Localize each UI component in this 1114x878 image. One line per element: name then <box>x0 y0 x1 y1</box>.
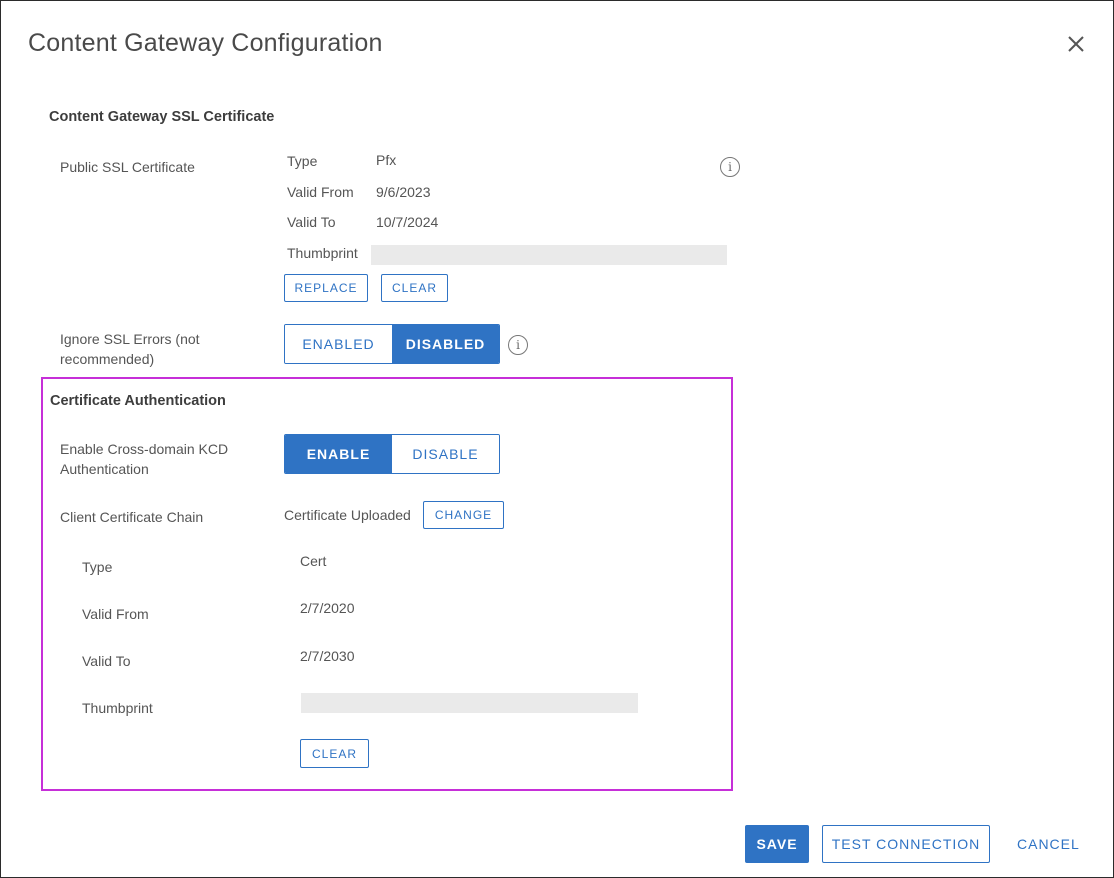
cancel-button[interactable]: CANCEL <box>1017 836 1080 852</box>
ignore-ssl-disabled-option[interactable]: DISABLED <box>392 325 499 363</box>
client-cert-chain-label: Client Certificate Chain <box>60 509 204 525</box>
close-icon[interactable] <box>1065 33 1087 55</box>
replace-button[interactable]: REPLACE <box>284 274 368 302</box>
ssl-section-heading: Content Gateway SSL Certificate <box>49 109 275 125</box>
cert-valid-to-label: Valid To <box>82 653 131 669</box>
public-ssl-certificate-label: Public SSL Certificate <box>60 159 195 175</box>
ssl-thumbprint-label: Thumbprint <box>287 245 358 261</box>
cert-type-label: Type <box>82 559 113 575</box>
cert-valid-from-label: Valid From <box>82 606 149 622</box>
ignore-ssl-toggle: ENABLED DISABLED <box>284 324 500 364</box>
cert-thumbprint-label: Thumbprint <box>82 700 153 716</box>
ignore-ssl-errors-label: Ignore SSL Errors (not recommended) <box>60 331 200 367</box>
kcd-enable-option[interactable]: ENABLE <box>285 435 392 473</box>
info-icon[interactable]: i <box>720 157 740 177</box>
save-button[interactable]: SAVE <box>745 825 809 863</box>
ssl-type-value: Pfx <box>376 152 397 168</box>
cert-clear-button[interactable]: CLEAR <box>300 739 369 768</box>
ssl-clear-button[interactable]: CLEAR <box>381 274 448 302</box>
info-icon[interactable]: i <box>508 335 528 355</box>
cert-type-value: Cert <box>300 553 327 569</box>
ssl-valid-from-label: Valid From <box>287 184 354 200</box>
ssl-type-label: Type <box>287 153 318 169</box>
ssl-thumbprint-redacted <box>371 245 727 265</box>
cert-valid-from-value: 2/7/2020 <box>300 600 355 616</box>
dialog-title: Content Gateway Configuration <box>28 29 383 57</box>
kcd-toggle: ENABLE DISABLE <box>284 434 500 474</box>
kcd-disable-option[interactable]: DISABLE <box>392 435 499 473</box>
ignore-ssl-enabled-option[interactable]: ENABLED <box>285 325 392 363</box>
cert-auth-heading: Certificate Authentication <box>50 393 226 409</box>
ssl-valid-from-value: 9/6/2023 <box>376 184 431 200</box>
kcd-auth-label: Enable Cross-domain KCD Authentication <box>60 441 229 477</box>
cert-thumbprint-redacted <box>301 693 638 713</box>
cert-uploaded-status: Certificate Uploaded <box>284 507 411 523</box>
change-button[interactable]: CHANGE <box>423 501 504 529</box>
test-connection-button[interactable]: TEST CONNECTION <box>822 825 990 863</box>
ssl-valid-to-label: Valid To <box>287 214 336 230</box>
cert-valid-to-value: 2/7/2030 <box>300 648 355 664</box>
ssl-valid-to-value: 10/7/2024 <box>376 214 439 230</box>
configuration-dialog: Content Gateway Configuration Content Ga… <box>0 0 1114 878</box>
